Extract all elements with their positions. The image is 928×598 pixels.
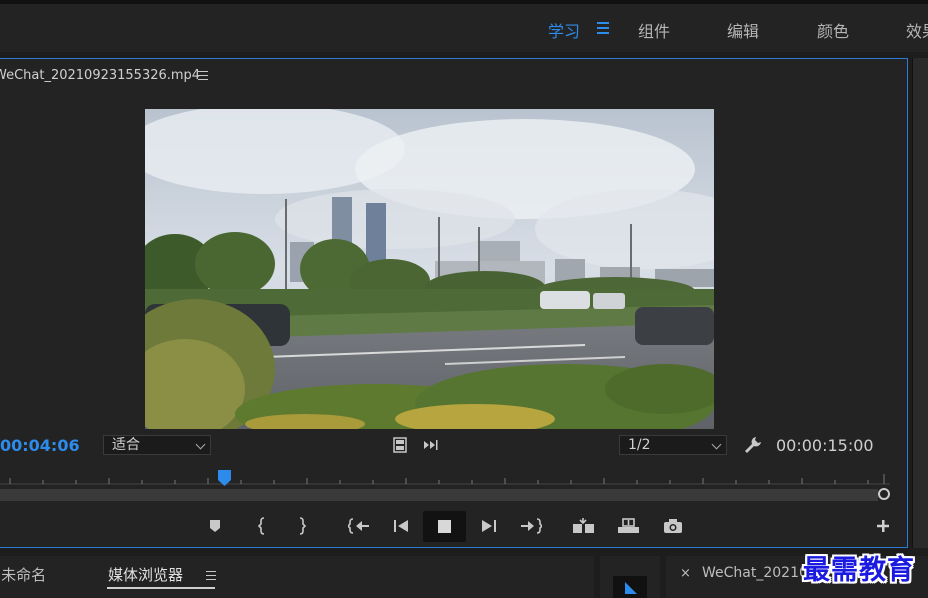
workspace-tab-effects[interactable]: 效果 bbox=[906, 18, 928, 42]
go-to-in-icon[interactable] bbox=[346, 514, 372, 538]
fit-select[interactable]: 适合 bbox=[103, 435, 211, 455]
selection-tool-button[interactable] bbox=[613, 576, 647, 598]
step-back-icon[interactable] bbox=[390, 514, 412, 538]
film-icon[interactable] bbox=[390, 436, 410, 454]
right-panel-edge bbox=[912, 58, 928, 548]
marker-icon[interactable] bbox=[206, 516, 224, 536]
title-strip bbox=[0, 0, 928, 4]
hamburger-icon[interactable] bbox=[597, 22, 609, 34]
tab-menu-icon[interactable] bbox=[198, 71, 208, 81]
close-icon[interactable]: × bbox=[680, 566, 691, 581]
duration-timecode: 00:00:15:00 bbox=[776, 436, 874, 455]
playhead[interactable] bbox=[218, 470, 231, 486]
resolution-select[interactable]: 1/2 bbox=[619, 435, 727, 455]
chevron-down-icon bbox=[711, 439, 722, 450]
stop-icon bbox=[438, 520, 451, 533]
watermark-logo: 最需教育 bbox=[803, 555, 915, 586]
resolution-select-value: 1/2 bbox=[628, 437, 651, 453]
wrench-icon[interactable] bbox=[742, 435, 764, 455]
insert-clip-icon[interactable] bbox=[571, 514, 599, 538]
tab-project-label: 未命名 bbox=[1, 566, 47, 584]
insert-icon[interactable] bbox=[422, 436, 442, 454]
workspace-tab-color[interactable]: 颜色 bbox=[817, 18, 849, 42]
workspace-tab-editing[interactable]: 编辑 bbox=[727, 18, 759, 42]
fit-select-value: 适合 bbox=[112, 437, 140, 453]
mark-in-icon[interactable] bbox=[253, 514, 271, 538]
zoom-scrollbar[interactable] bbox=[0, 489, 878, 501]
active-tab-indicator bbox=[107, 587, 215, 589]
tab-menu-icon[interactable] bbox=[206, 571, 216, 581]
overwrite-clip-icon[interactable] bbox=[615, 514, 643, 538]
tab-media-browser[interactable]: 媒体浏览器 bbox=[108, 564, 183, 585]
tab-project[interactable]: :未命名 bbox=[0, 564, 46, 585]
chevron-down-icon bbox=[195, 439, 206, 450]
go-to-out-icon[interactable] bbox=[518, 514, 544, 538]
workspace-tab-assembly[interactable]: 组件 bbox=[638, 18, 670, 42]
zoom-handle[interactable] bbox=[878, 488, 890, 500]
monitor-tab-title[interactable]: WeChat_20210923155326.mp4 bbox=[0, 68, 200, 83]
camera-icon[interactable] bbox=[660, 514, 686, 538]
current-timecode[interactable]: 00:04:06 bbox=[0, 436, 80, 455]
time-ruler[interactable] bbox=[0, 472, 890, 488]
video-frame bbox=[145, 109, 714, 429]
plus-icon[interactable] bbox=[874, 517, 892, 535]
mark-out-icon[interactable] bbox=[293, 514, 311, 538]
step-forward-icon[interactable] bbox=[478, 514, 500, 538]
project-panel bbox=[0, 556, 594, 598]
workspace-bar bbox=[0, 0, 928, 52]
selection-arrow-icon bbox=[625, 582, 637, 594]
stop-button[interactable] bbox=[423, 511, 466, 542]
workspace-tab-learn[interactable]: 学习 bbox=[548, 18, 580, 42]
